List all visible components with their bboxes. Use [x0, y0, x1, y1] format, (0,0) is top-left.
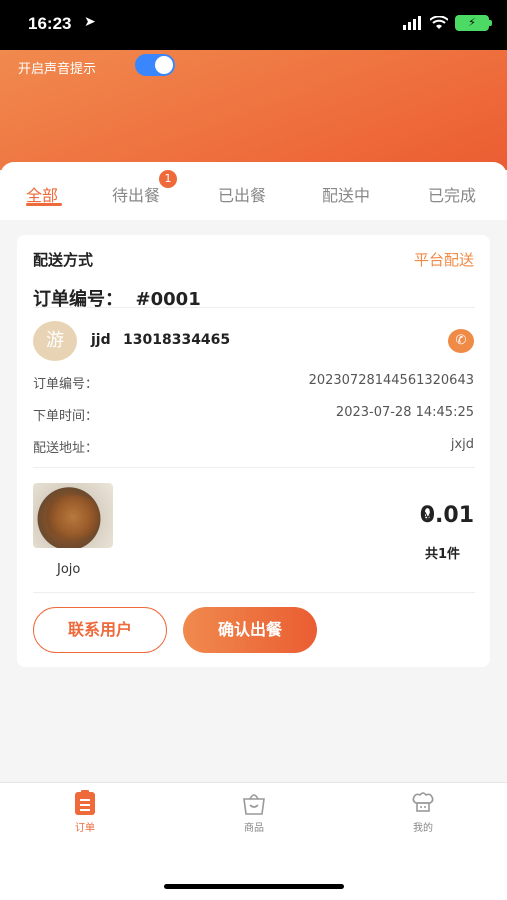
order-status-tabs: 全部 待出餐 已出餐 配送中 已完成 — [0, 162, 507, 220]
nav-orders-label: 订单 — [75, 823, 95, 834]
header-banner: 开启声音提示 — [0, 50, 507, 170]
divider — [33, 307, 475, 308]
food-image — [33, 483, 113, 548]
nav-mine-label: 我的 — [413, 823, 433, 834]
delivery-method-value: 平台配送 — [413, 251, 474, 269]
home-indicator — [164, 884, 344, 889]
toggle-knob — [155, 56, 173, 74]
order-id-label: 订单编号： — [33, 377, 99, 392]
tab-served[interactable]: 已出餐 — [218, 182, 266, 206]
customer-phone: 13018334465 — [123, 332, 231, 348]
nav-orders[interactable]: 订单 — [55, 789, 115, 834]
active-tab-indicator — [26, 203, 62, 206]
order-time-label: 下单时间： — [33, 409, 99, 424]
item-price: 0.01 — [419, 503, 474, 528]
tab-completed[interactable]: 已完成 — [428, 182, 476, 206]
divider — [33, 467, 475, 468]
status-time: 16:23 — [28, 14, 72, 33]
nav-products-label: 商品 — [244, 823, 264, 834]
tab-pending[interactable]: 待出餐 — [112, 182, 160, 206]
nav-products[interactable]: 商品 — [224, 789, 284, 834]
order-icon — [75, 790, 95, 815]
wifi-icon — [430, 16, 448, 29]
status-bar: 16:23 ➤ ⚡ — [0, 0, 507, 50]
battery-icon: ⚡ — [455, 15, 492, 31]
divider — [33, 592, 475, 593]
nav-mine[interactable]: 我的 — [393, 789, 453, 834]
item-name: Jojo — [57, 562, 81, 577]
location-arrow-icon: ➤ — [84, 14, 96, 30]
address-label: 配送地址： — [33, 441, 99, 456]
sound-toggle[interactable] — [135, 54, 175, 76]
customer-name: jjd — [91, 332, 111, 348]
delivery-method-label: 配送方式 — [33, 251, 94, 269]
avatar: 游 — [33, 321, 77, 361]
address-value: jxjd — [450, 437, 474, 452]
phone-call-icon[interactable]: ✆ — [448, 329, 474, 353]
bottom-nav: 订单 商品 我的 — [0, 782, 507, 900]
status-icons: ⚡ — [403, 15, 492, 31]
item-quantity: 共1件 — [424, 547, 460, 562]
pending-count-badge: 1 — [159, 170, 177, 188]
sound-label: 开启声音提示 — [18, 62, 97, 77]
order-card: 配送方式 平台配送 订单编号： #0001 游 jjd 13018334465 … — [17, 235, 490, 667]
order-time-value: 2023-07-28 14:45:25 — [335, 405, 474, 420]
confirm-serve-button[interactable]: 确认出餐 — [183, 607, 317, 653]
order-id-value: 20230728144561320643 — [308, 373, 474, 388]
tab-delivering[interactable]: 配送中 — [322, 182, 370, 206]
signal-icon — [403, 16, 421, 30]
chef-icon — [412, 792, 434, 812]
bag-icon — [243, 794, 265, 815]
contact-user-button[interactable]: 联系用户 — [33, 607, 167, 653]
